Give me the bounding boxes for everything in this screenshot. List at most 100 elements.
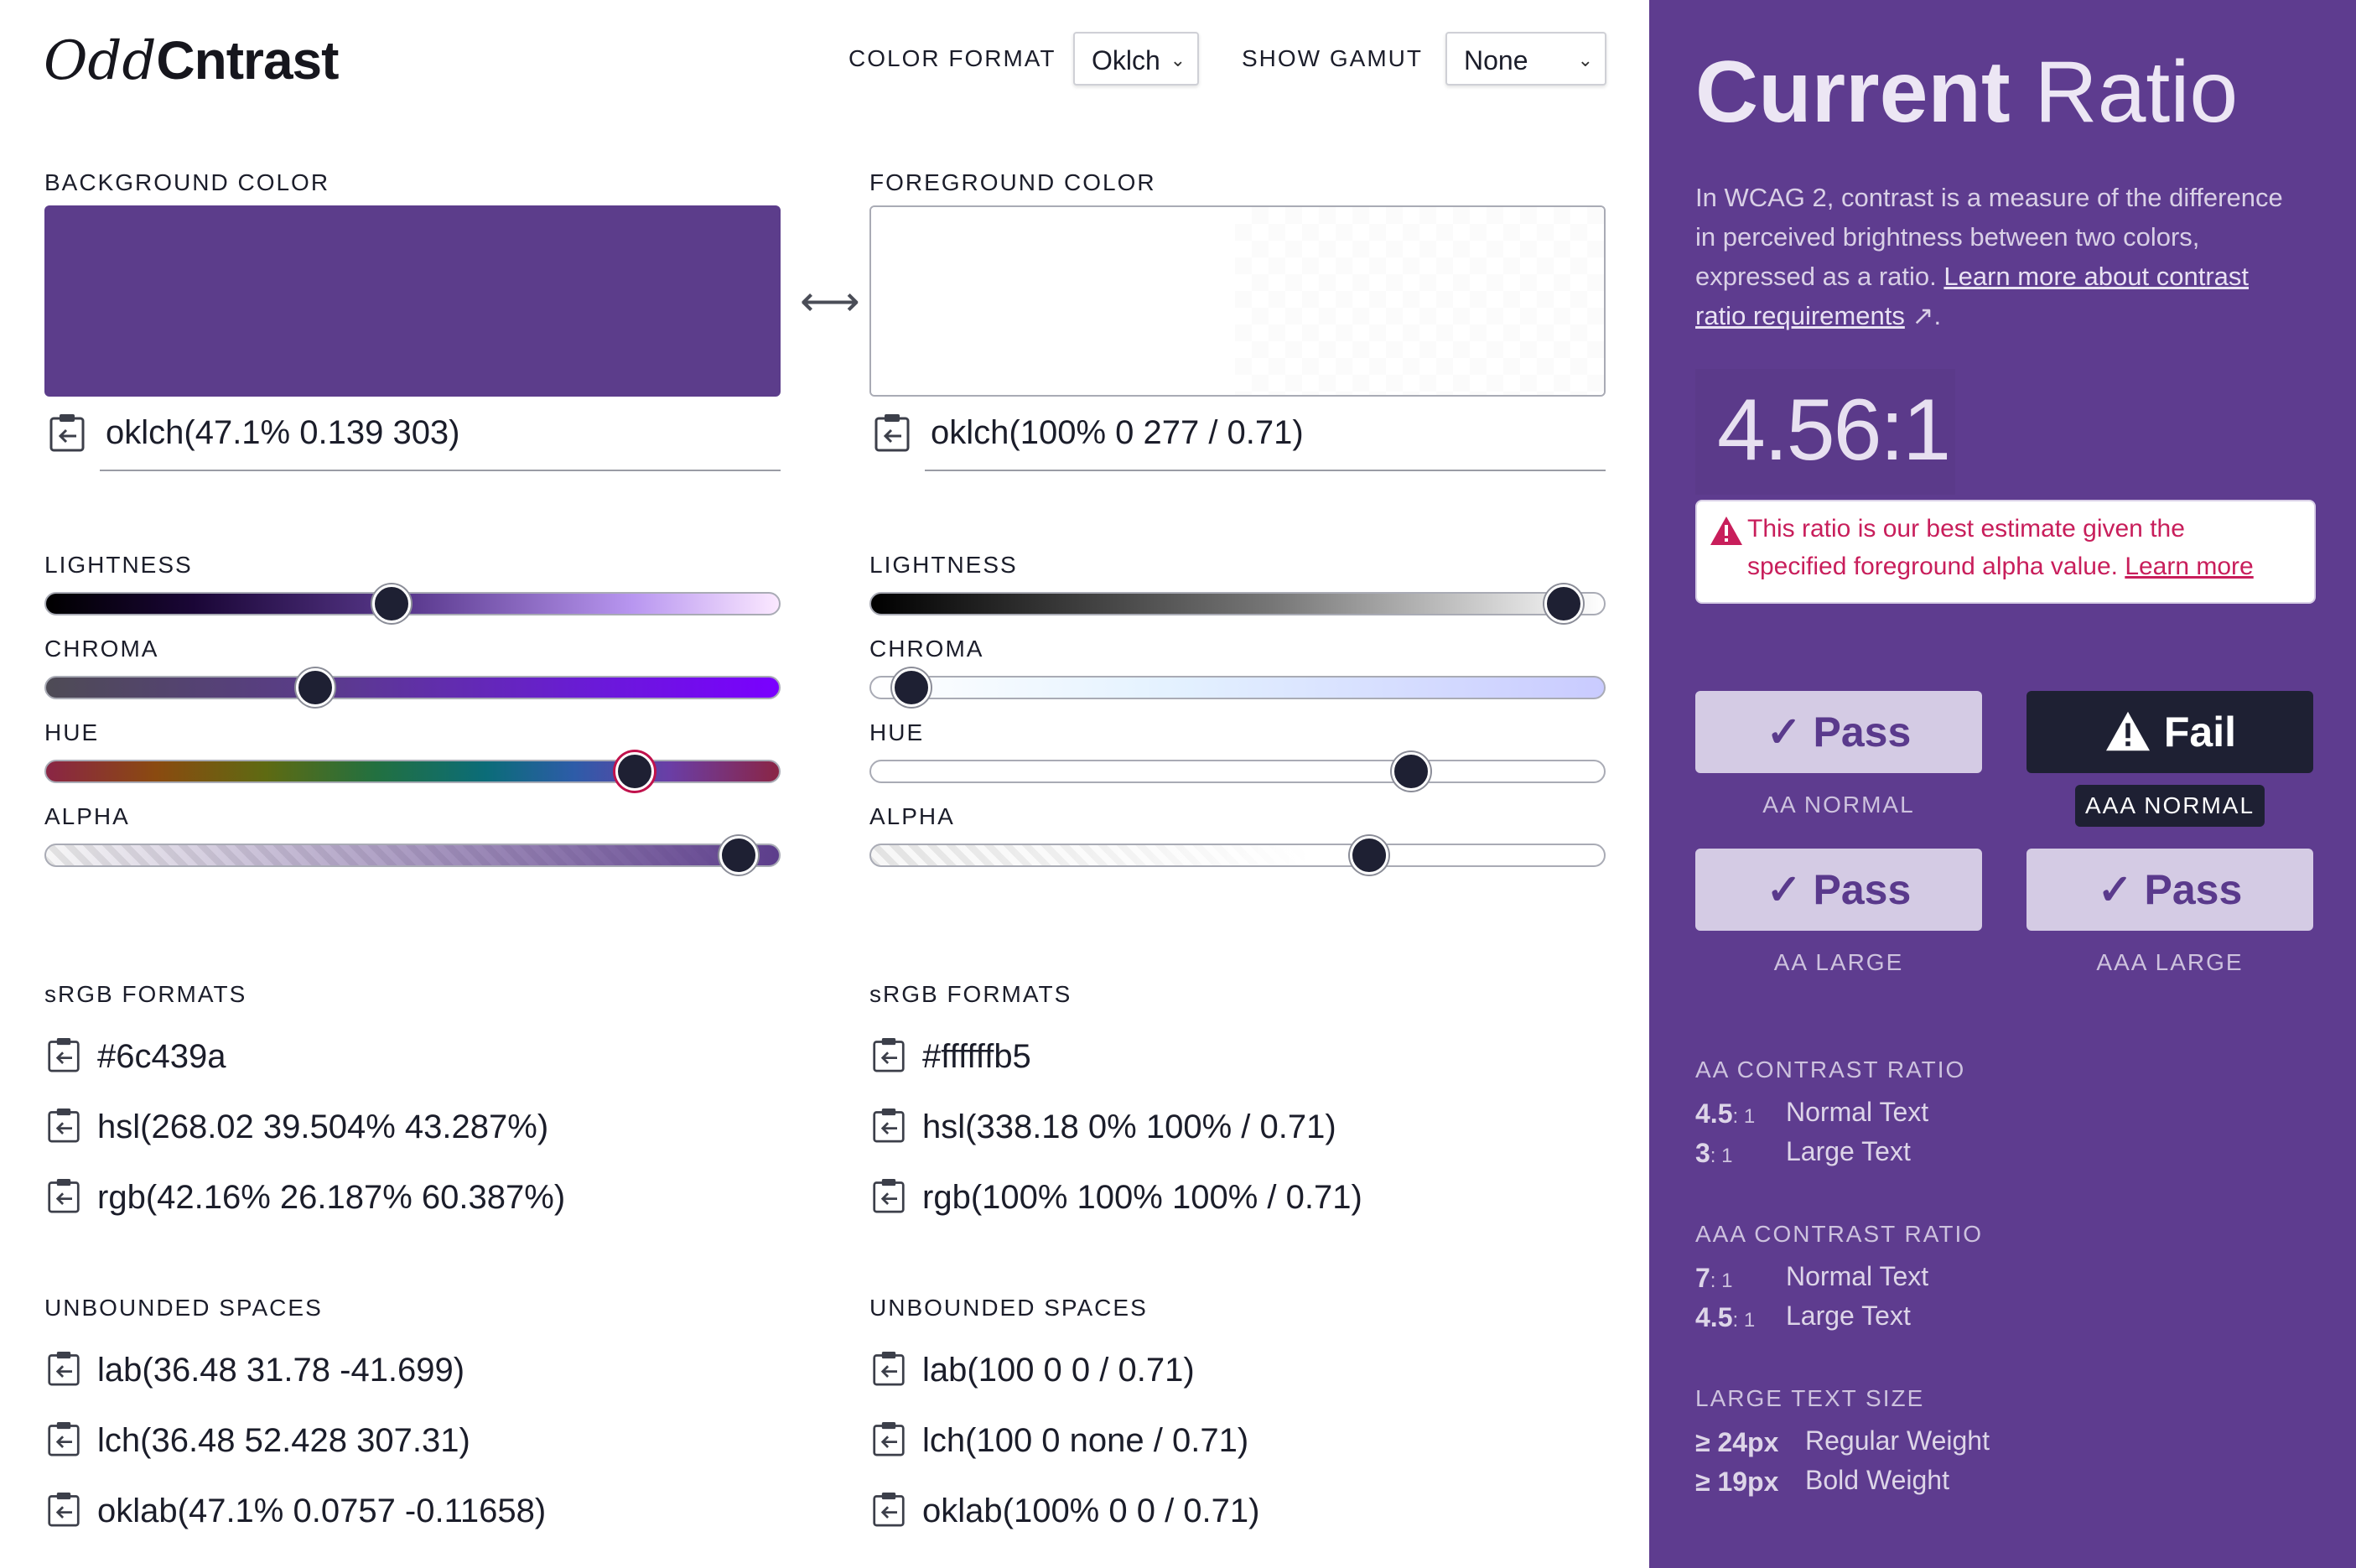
chevron-down-icon: ⌄	[1577, 49, 1593, 70]
bg-lab-value[interactable]: lab(36.48 31.78 -41.699)	[97, 1352, 464, 1389]
copy-clipboard-icon[interactable]	[874, 413, 911, 457]
logo-contrast-text: ntrast	[194, 30, 340, 91]
aaa-normal-ratio: 7: 1	[1695, 1263, 1733, 1293]
fg-hue-label: HUE	[869, 719, 925, 745]
foreground-color-input[interactable]: oklch(100% 0 277 / 0.71)	[931, 414, 1304, 452]
bg-hex-value[interactable]: #6c439a	[97, 1038, 226, 1076]
aaa-normal-label: AAA NORMAL	[2075, 785, 2265, 827]
slider-thumb[interactable]	[1350, 836, 1389, 875]
bg-lightness-slider[interactable]	[44, 584, 781, 623]
alpha-warning: This ratio is our best estimate given th…	[1695, 500, 2316, 604]
bg-lch-value[interactable]: lch(36.48 52.428 307.31)	[97, 1422, 470, 1460]
aa-normal-text: Normal Text	[1786, 1097, 1929, 1127]
aa-normal-label: AA NORMAL	[1762, 792, 1915, 818]
slider-thumb[interactable]	[719, 836, 759, 875]
slider-thumb[interactable]	[372, 584, 412, 623]
copy-clipboard-icon[interactable]	[47, 1350, 80, 1391]
large-regular-weight: Regular Weight	[1805, 1425, 1990, 1456]
fg-alpha-slider[interactable]	[869, 836, 1606, 875]
checkmark-icon: ✓	[2097, 866, 2133, 913]
ratio-display: 4.56:1	[1695, 369, 1955, 495]
bg-hsl-value[interactable]: hsl(268.02 39.504% 43.287%)	[97, 1109, 548, 1146]
bg-rgb-value[interactable]: rgb(42.16% 26.187% 60.387%)	[97, 1179, 565, 1217]
slider-thumb[interactable]	[1392, 752, 1430, 791]
aaa-large-badge: ✓ Pass	[2026, 849, 2313, 931]
aaa-large-text: Large Text	[1786, 1301, 1911, 1331]
aa-contrast-ratio-label: AA CONTRAST RATIO	[1695, 1057, 1966, 1083]
copy-clipboard-icon[interactable]	[49, 413, 86, 457]
background-color-label: BACKGROUND COLOR	[44, 169, 330, 195]
slider-thumb[interactable]	[615, 752, 654, 791]
input-underline	[925, 470, 1606, 471]
fg-oklab-value[interactable]: oklab(100% 0 0 / 0.71)	[922, 1493, 1259, 1530]
fg-lightness-slider[interactable]	[869, 584, 1606, 623]
fg-chroma-label: CHROMA	[869, 636, 984, 662]
background-color-swatch	[44, 205, 781, 397]
swap-arrows-icon[interactable]: ⟷	[800, 277, 860, 325]
copy-clipboard-icon[interactable]	[872, 1177, 906, 1218]
large-bold-size: ≥ 19px	[1695, 1467, 1779, 1497]
large-regular-size: ≥ 24px	[1695, 1427, 1779, 1457]
large-text-size-label: LARGE TEXT SIZE	[1695, 1385, 1925, 1411]
foreground-color-label: FOREGROUND COLOR	[869, 169, 1156, 195]
bg-chroma-slider[interactable]	[44, 668, 781, 707]
bg-hue-slider[interactable]	[44, 752, 781, 791]
bg-unbounded-label: UNBOUNDED SPACES	[44, 1295, 323, 1321]
color-format-select[interactable]: Oklch ⌄	[1073, 32, 1199, 86]
fg-rgb-value[interactable]: rgb(100% 100% 100% / 0.71)	[922, 1179, 1362, 1217]
panel-title-bold: Current	[1695, 44, 2011, 141]
copy-clipboard-icon[interactable]	[47, 1177, 80, 1218]
aaa-normal-text: Normal Text	[1786, 1261, 1929, 1291]
fg-hex-value[interactable]: #ffffffb5	[922, 1038, 1031, 1076]
show-gamut-label: SHOW GAMUT	[1242, 45, 1423, 71]
copy-clipboard-icon[interactable]	[47, 1420, 80, 1462]
chevron-down-icon: ⌄	[1170, 49, 1186, 70]
input-underline	[100, 470, 781, 471]
bg-alpha-label: ALPHA	[44, 803, 130, 829]
aa-normal-ratio: 4.5: 1	[1695, 1098, 1756, 1129]
fg-unbounded-label: UNBOUNDED SPACES	[869, 1295, 1148, 1321]
fg-chroma-slider[interactable]	[869, 668, 1606, 707]
panel-title-light: Ratio	[2034, 44, 2239, 141]
bg-chroma-label: CHROMA	[44, 636, 159, 662]
background-color-input[interactable]: oklch(47.1% 0.139 303)	[106, 414, 460, 452]
contrast-ratio-value: 4.56:1	[1717, 382, 1951, 479]
learn-more-link[interactable]: Learn more	[2125, 553, 2253, 580]
slider-thumb[interactable]	[296, 668, 335, 707]
panel-title: Current Ratio	[1695, 42, 2238, 143]
show-gamut-select[interactable]: None ⌄	[1445, 32, 1606, 86]
warning-icon	[2105, 711, 2150, 751]
bg-lightness-label: LIGHTNESS	[44, 552, 193, 578]
bg-hue-label: HUE	[44, 719, 100, 745]
copy-clipboard-icon[interactable]	[872, 1350, 906, 1391]
slider-thumb[interactable]	[891, 668, 931, 707]
aa-large-text: Large Text	[1786, 1136, 1911, 1166]
copy-clipboard-icon[interactable]	[872, 1107, 906, 1148]
warning-text: This ratio is our best estimate given th…	[1747, 515, 2185, 580]
fg-lab-value[interactable]: lab(100 0 0 / 0.71)	[922, 1352, 1195, 1389]
fg-alpha-label: ALPHA	[869, 803, 955, 829]
fg-srgb-formats-label: sRGB FORMATS	[869, 981, 1072, 1007]
external-link-icon: ↗	[1904, 301, 1934, 330]
aaa-normal-badge: Fail	[2026, 691, 2313, 773]
slider-thumb[interactable]	[1544, 584, 1584, 623]
large-bold-weight: Bold Weight	[1805, 1465, 1949, 1495]
app-logo: OddCntrast	[44, 30, 340, 92]
bg-alpha-slider[interactable]	[44, 836, 781, 875]
copy-clipboard-icon[interactable]	[872, 1491, 906, 1532]
copy-clipboard-icon[interactable]	[47, 1491, 80, 1532]
fg-lightness-label: LIGHTNESS	[869, 552, 1018, 578]
warning-icon	[1710, 517, 1742, 545]
bg-oklab-value[interactable]: oklab(47.1% 0.0757 -0.11658)	[97, 1493, 546, 1530]
aa-normal-badge: ✓ Pass	[1695, 691, 1982, 773]
fg-lch-value[interactable]: lch(100 0 none / 0.71)	[922, 1422, 1248, 1460]
copy-clipboard-icon[interactable]	[47, 1107, 80, 1148]
fg-hsl-value[interactable]: hsl(338.18 0% 100% / 0.71)	[922, 1109, 1336, 1146]
copy-clipboard-icon[interactable]	[872, 1420, 906, 1462]
fg-hue-slider[interactable]	[869, 752, 1606, 791]
checkmark-icon: ✓	[1766, 866, 1802, 913]
aa-large-ratio: 3: 1	[1695, 1138, 1733, 1168]
copy-clipboard-icon[interactable]	[872, 1036, 906, 1077]
aa-large-badge: ✓ Pass	[1695, 849, 1982, 931]
copy-clipboard-icon[interactable]	[47, 1036, 80, 1077]
